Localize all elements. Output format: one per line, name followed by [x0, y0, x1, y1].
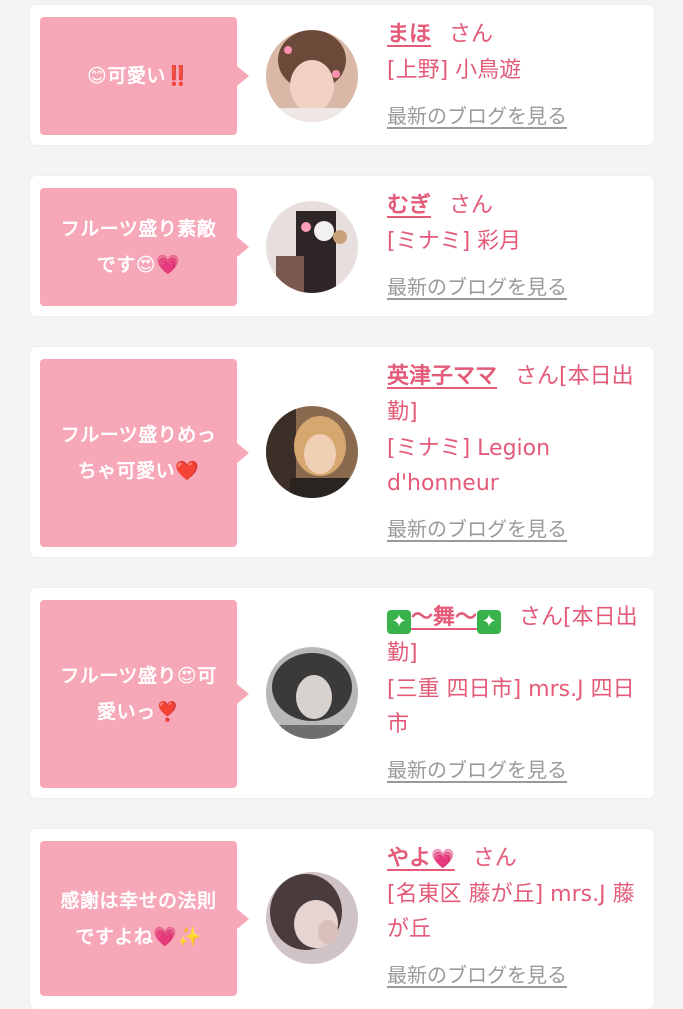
heart-eyes-emoji-icon: 😍 — [135, 254, 157, 276]
comment-list: 😊可愛い‼️ まほ さん [上野] 小鳥遊 最新のブログを見る フルーツ盛り素敵… — [0, 0, 683, 1009]
user-name-link[interactable]: むぎ — [387, 193, 431, 218]
comment-text: フルーツ盛りめっ ちゃ可愛い❤️ — [60, 424, 217, 482]
comment-bubble: フルーツ盛り😍可 愛いっ❣️ — [40, 600, 249, 788]
pink-heart-icon: 💗 — [156, 254, 181, 276]
shop-label: [名東区 藤が丘] mrs.J 藤が丘 — [387, 882, 635, 942]
red-heart-icon: ❤️ — [175, 460, 200, 482]
shop-label: [上野] 小鳥遊 — [387, 58, 522, 83]
list-item: 😊可愛い‼️ まほ さん [上野] 小鳥遊 最新のブログを見る — [30, 5, 654, 145]
honorific: さん — [472, 846, 517, 871]
honorific: さん — [449, 193, 494, 218]
latest-blog-link[interactable]: 最新のブログを見る — [387, 100, 567, 129]
user-name-link[interactable]: まほ — [387, 22, 431, 47]
comment-text: フルーツ盛り😍可 愛いっ❣️ — [60, 665, 217, 723]
pink-heart-icon: 💗 — [431, 848, 455, 870]
entry-info: ✦ 〜舞〜 ✦ さん[本日出勤] [三重 四日市] mrs.J 四日市 最新のブログを… — [387, 600, 640, 783]
avatar[interactable] — [266, 406, 358, 498]
comment-bubble: フルーツ盛り素敵 です😍💗 — [40, 188, 249, 306]
heart-exclamation-icon: ❣️ — [155, 701, 180, 723]
heart-eyes-emoji-icon: 😍 — [176, 665, 198, 687]
user-name-link[interactable]: やよ💗 — [387, 846, 455, 871]
shop-label: [三重 四日市] mrs.J 四日市 — [387, 677, 635, 737]
entry-info: むぎ さん [ミナミ] 彩月 最新のブログを見る — [387, 188, 640, 300]
comment-text: 😊可愛い‼️ — [87, 65, 190, 87]
sparkles-icon: ✨ — [177, 925, 202, 948]
comment-bubble: 😊可愛い‼️ — [40, 17, 249, 135]
user-name-link[interactable]: ✦ 〜舞〜 ✦ — [387, 605, 502, 634]
avatar[interactable] — [266, 872, 358, 964]
list-item: フルーツ盛り😍可 愛いっ❣️ ✦ 〜舞〜 ✦ さん[本日出勤] [三重 四日市] mr… — [30, 588, 654, 798]
sparkle-box-icon: ✦ — [387, 610, 411, 634]
double-exclamation-icon: ‼️ — [165, 65, 190, 87]
entry-info: 英津子ママ さん[本日出勤] [ミナミ] Legion d'honneur 最新の… — [387, 359, 640, 542]
entry-info: やよ💗 さん [名東区 藤が丘] mrs.J 藤が丘 最新のブログを見る — [387, 841, 640, 988]
comment-bubble: フルーツ盛りめっ ちゃ可愛い❤️ — [40, 359, 249, 547]
latest-blog-link[interactable]: 最新のブログを見る — [387, 754, 567, 783]
smile-emoji-icon: 😊 — [87, 65, 108, 87]
avatar[interactable] — [266, 30, 358, 122]
entry-info: まほ さん [上野] 小鳥遊 最新のブログを見る — [387, 17, 640, 129]
sparkle-box-icon: ✦ — [477, 610, 502, 634]
comment-bubble: 感謝は幸せの法則 ですよね💗✨ — [40, 841, 249, 996]
comment-text: フルーツ盛り素敵 です😍💗 — [60, 218, 217, 276]
shop-label: [ミナミ] Legion d'honneur — [387, 436, 551, 496]
latest-blog-link[interactable]: 最新のブログを見る — [387, 959, 567, 988]
latest-blog-link[interactable]: 最新のブログを見る — [387, 271, 567, 300]
shop-label: [ミナミ] 彩月 — [387, 229, 522, 254]
honorific: さん — [449, 22, 494, 47]
comment-text: 感謝は幸せの法則 ですよね💗✨ — [60, 889, 217, 948]
latest-blog-link[interactable]: 最新のブログを見る — [387, 513, 567, 542]
list-item: フルーツ盛り素敵 です😍💗 むぎ さん [ミナミ] 彩月 最新のブログを見る — [30, 176, 654, 316]
avatar[interactable] — [266, 647, 358, 739]
avatar[interactable] — [266, 201, 358, 293]
list-item: フルーツ盛りめっ ちゃ可愛い❤️ 英津子ママ さん[本日出勤] [ミナミ] Leg… — [30, 347, 654, 557]
pink-heart-icon: 💗 — [153, 925, 178, 948]
user-name-link[interactable]: 英津子ママ — [387, 364, 497, 389]
list-item: 感謝は幸せの法則 ですよね💗✨ やよ💗 さん [名東区 藤が丘] mrs.J 藤が… — [30, 829, 654, 1009]
